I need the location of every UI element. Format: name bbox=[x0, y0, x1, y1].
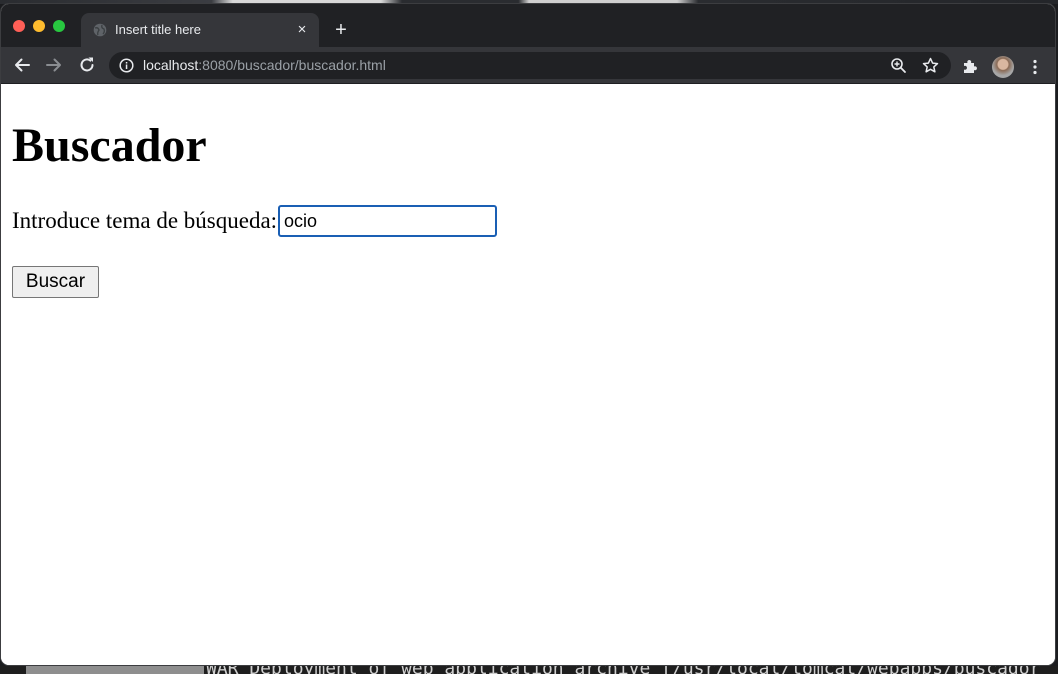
page-title: Buscador bbox=[12, 119, 207, 172]
url-text: localhost:8080/buscador/buscador.html bbox=[143, 57, 386, 73]
extensions-puzzle-icon[interactable] bbox=[961, 58, 979, 76]
tab-active[interactable]: Insert title here × bbox=[81, 13, 319, 47]
window-maximize-button[interactable] bbox=[53, 20, 65, 32]
url-host: localhost bbox=[143, 57, 199, 73]
search-input[interactable] bbox=[278, 205, 498, 237]
terminal-background: WAR Deployment of web application archiv… bbox=[0, 666, 1058, 674]
zoom-icon[interactable] bbox=[890, 57, 907, 74]
terminal-output-text: WAR Deployment of web application archiv… bbox=[206, 666, 1040, 674]
search-label: Introduce tema de búsqueda: bbox=[12, 208, 278, 233]
browser-window: Insert title here × + localhost:8080/bus… bbox=[0, 3, 1056, 666]
window-close-button[interactable] bbox=[13, 20, 25, 32]
kebab-menu-icon[interactable] bbox=[1027, 58, 1043, 76]
window-minimize-button[interactable] bbox=[33, 20, 45, 32]
tab-title: Insert title here bbox=[115, 22, 201, 37]
address-bar[interactable]: localhost:8080/buscador/buscador.html bbox=[109, 52, 951, 79]
url-path: :8080/buscador/buscador.html bbox=[198, 57, 386, 73]
new-tab-button[interactable]: + bbox=[329, 18, 353, 42]
browser-toolbar: localhost:8080/buscador/buscador.html bbox=[1, 47, 1055, 84]
forward-arrow-icon[interactable] bbox=[42, 53, 66, 77]
globe-icon bbox=[93, 23, 107, 37]
search-form-row: Introduce tema de búsqueda: bbox=[12, 205, 498, 237]
page-content: Buscador Introduce tema de búsqueda: Bus… bbox=[1, 85, 1055, 665]
search-submit-button[interactable]: Buscar bbox=[12, 266, 99, 298]
profile-avatar[interactable] bbox=[992, 56, 1014, 78]
back-arrow-icon[interactable] bbox=[10, 53, 34, 77]
tab-close-icon[interactable]: × bbox=[293, 21, 311, 39]
tab-strip: Insert title here × + bbox=[1, 4, 1055, 47]
reload-icon[interactable] bbox=[75, 53, 99, 77]
bookmark-star-icon[interactable] bbox=[922, 57, 939, 74]
background-window-edge bbox=[26, 666, 204, 674]
info-icon[interactable] bbox=[119, 58, 134, 73]
